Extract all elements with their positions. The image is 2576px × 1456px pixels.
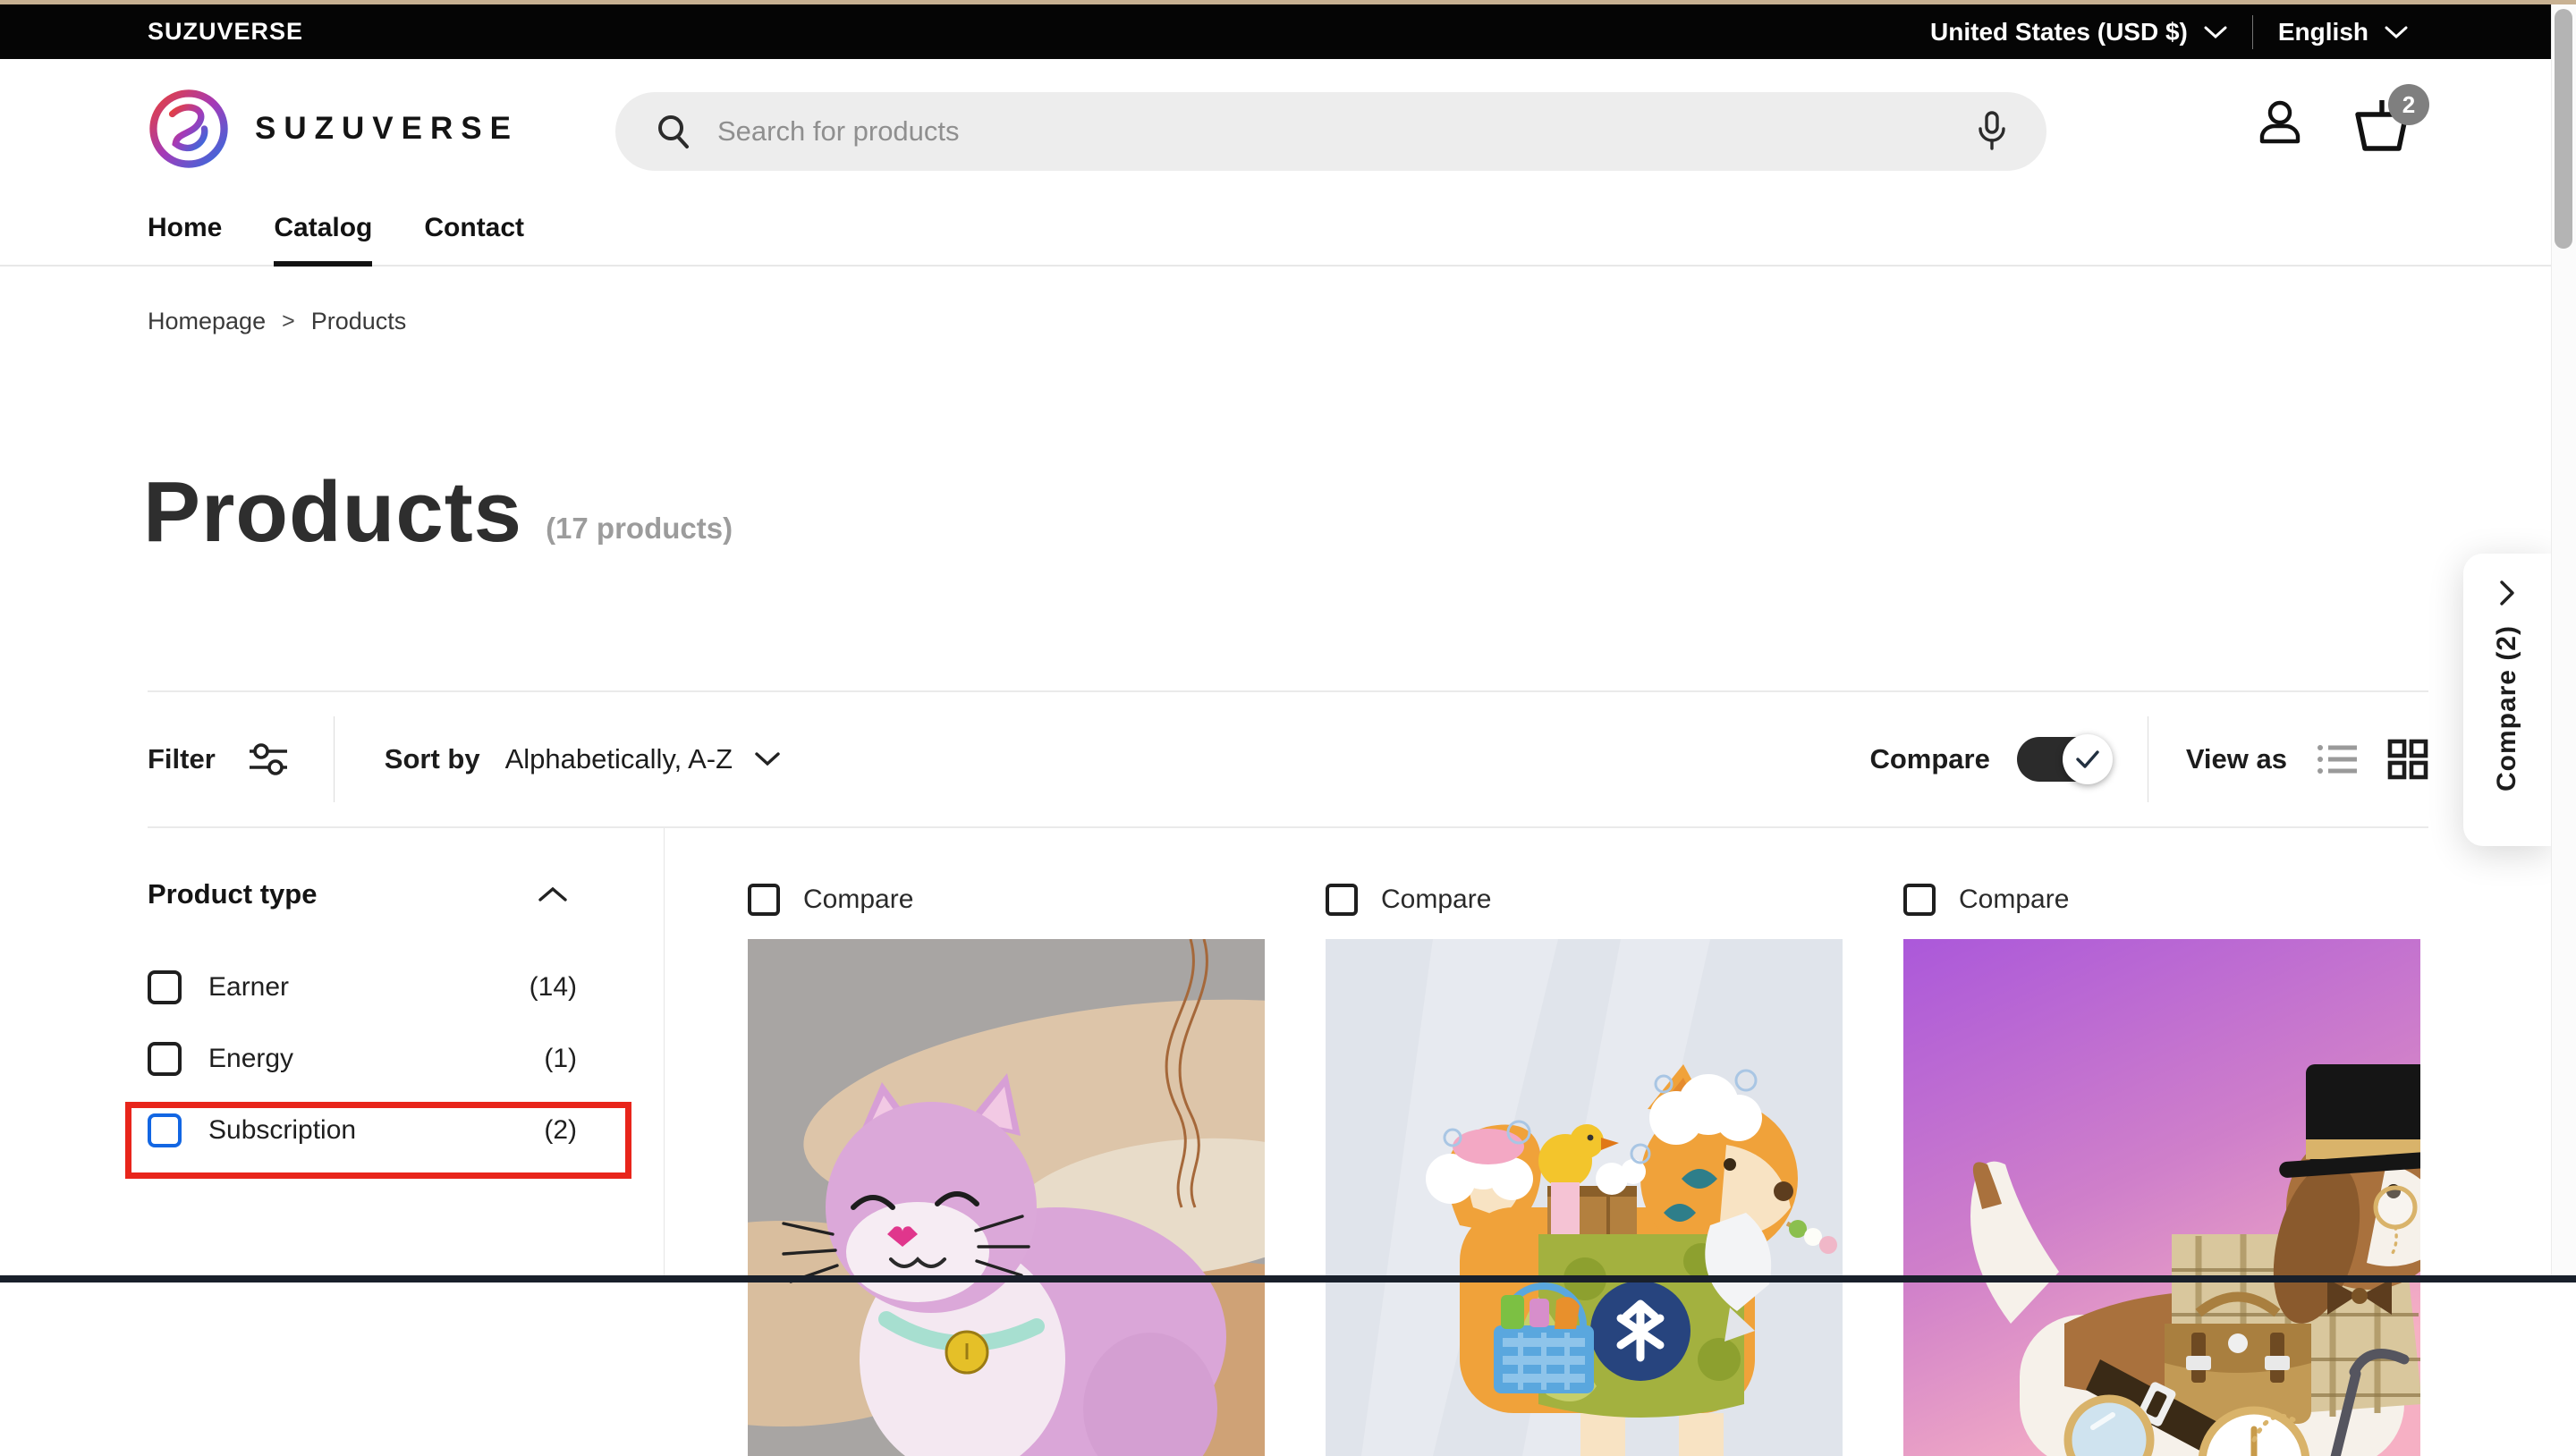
compare-checkbox[interactable] xyxy=(1326,884,1358,916)
announcement-brand: SUZUVERSE xyxy=(148,18,303,46)
compare-drawer-label: Compare (2) xyxy=(2492,625,2522,791)
chevron-right-icon xyxy=(2498,579,2516,607)
filter-option-earner[interactable]: Earner (14) xyxy=(148,952,577,1023)
filter-sliders-icon xyxy=(248,741,289,777)
page-title: Products xyxy=(143,463,522,562)
search-input[interactable] xyxy=(717,115,1977,148)
mic-icon[interactable] xyxy=(1977,111,2007,152)
language-selector[interactable]: English xyxy=(2278,18,2408,47)
chevron-up-icon xyxy=(538,885,568,903)
search-bar[interactable] xyxy=(615,92,2046,171)
logo[interactable]: SUZUVERSE xyxy=(148,88,519,170)
bottom-edge-strip xyxy=(0,1275,2576,1282)
product-type-section-header[interactable]: Product type xyxy=(148,878,577,910)
site-header: SUZUVERSE 2 xyxy=(0,59,2551,202)
region-selector[interactable]: United States (USD $) xyxy=(1930,18,2227,47)
breadcrumb-home-link[interactable]: Homepage xyxy=(148,308,266,335)
card-compare-control[interactable]: Compare xyxy=(748,884,1265,916)
card-compare-control[interactable]: Compare xyxy=(1326,884,1843,916)
product-image-pink-cat[interactable] xyxy=(748,939,1265,1456)
logo-icon xyxy=(148,88,230,170)
nav-item-catalog[interactable]: Catalog xyxy=(274,202,372,267)
catalog-toolbar: Filter Sort by Alphabetically, A-Z Compa… xyxy=(148,690,2428,828)
breadcrumb-separator: > xyxy=(282,309,295,334)
compare-drawer-tab[interactable]: Compare (2) xyxy=(2463,554,2551,846)
cart-button[interactable]: 2 xyxy=(2352,97,2411,156)
energy-checkbox[interactable] xyxy=(148,1042,182,1076)
top-accent-strip xyxy=(0,0,2576,4)
announcement-bar: SUZUVERSE United States (USD $) English xyxy=(0,4,2551,59)
product-image-shiba-bath[interactable] xyxy=(1326,939,1843,1456)
main-nav: Home Catalog Contact xyxy=(0,202,2551,267)
filter-option-energy[interactable]: Energy (1) xyxy=(148,1023,577,1095)
toggle-knob xyxy=(2063,734,2113,784)
filter-button[interactable]: Filter xyxy=(148,741,289,777)
search-icon xyxy=(655,113,692,150)
filter-sidebar: Product type Earner (14) Energy (1) Subs… xyxy=(148,878,577,1166)
cart-count-badge: 2 xyxy=(2388,84,2429,125)
sort-value: Alphabetically, A-Z xyxy=(505,743,733,775)
divider xyxy=(2252,15,2253,49)
compare-checkbox[interactable] xyxy=(748,884,780,916)
sort-dropdown[interactable]: Sort by Alphabetically, A-Z xyxy=(385,743,781,775)
grid-view-icon[interactable] xyxy=(2387,739,2428,780)
nav-item-contact[interactable]: Contact xyxy=(424,202,524,267)
account-icon[interactable] xyxy=(2254,97,2306,148)
product-card: Compare xyxy=(748,884,1265,1456)
sidebar-divider xyxy=(664,828,665,1282)
subscription-checkbox[interactable] xyxy=(148,1113,182,1147)
product-type-title: Product type xyxy=(148,878,317,910)
chevron-down-icon xyxy=(754,751,781,767)
breadcrumb: Homepage > Products xyxy=(148,308,406,335)
list-view-icon[interactable] xyxy=(2316,741,2359,778)
compare-toggle-label: Compare xyxy=(1869,743,1989,775)
language-label: English xyxy=(2278,18,2368,47)
divider xyxy=(334,716,335,802)
check-icon xyxy=(2074,749,2101,770)
sort-label: Sort by xyxy=(385,743,480,775)
nav-item-home[interactable]: Home xyxy=(148,202,222,267)
page-scrollbar[interactable] xyxy=(2551,0,2576,1282)
product-card: Compare xyxy=(1903,884,2420,1456)
breadcrumb-current: Products xyxy=(311,308,407,335)
product-card: Compare xyxy=(1326,884,1843,1456)
compare-checkbox[interactable] xyxy=(1903,884,1936,916)
logo-wordmark: SUZUVERSE xyxy=(255,111,519,147)
compare-toggle[interactable] xyxy=(2017,737,2110,782)
scrollbar-thumb[interactable] xyxy=(2555,9,2572,249)
view-as-label: View as xyxy=(2186,743,2287,775)
filter-label: Filter xyxy=(148,743,216,775)
chevron-down-icon xyxy=(2204,25,2227,39)
product-image-detective-dog[interactable] xyxy=(1903,939,2420,1456)
chevron-down-icon xyxy=(2385,25,2408,39)
product-count: (17 products) xyxy=(546,512,733,562)
earner-checkbox[interactable] xyxy=(148,970,182,1004)
card-compare-control[interactable]: Compare xyxy=(1903,884,2420,916)
filter-option-subscription[interactable]: Subscription (2) xyxy=(148,1095,577,1166)
region-label: United States (USD $) xyxy=(1930,18,2188,47)
